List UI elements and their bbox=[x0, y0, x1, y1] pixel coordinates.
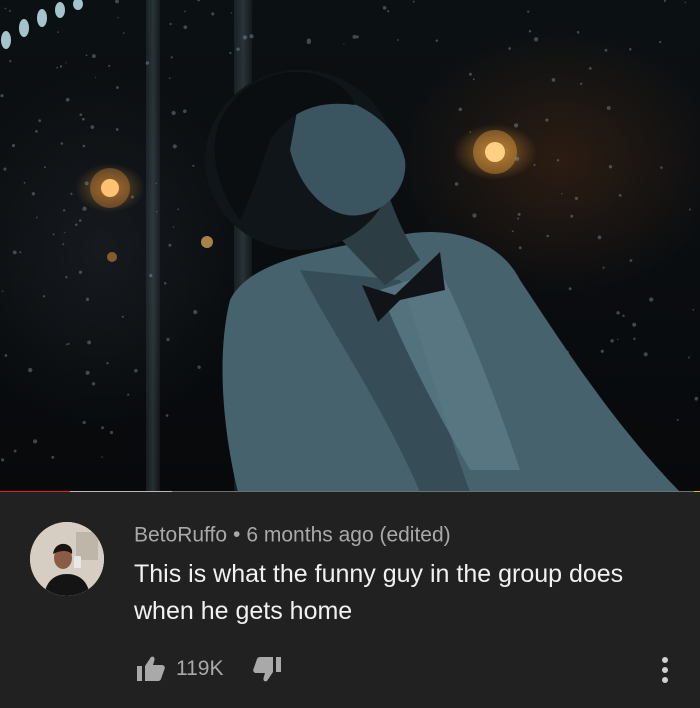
like-count: 119K bbox=[176, 657, 224, 680]
comment-text: This is what the funny guy in the group … bbox=[134, 560, 624, 625]
thumbs-down-icon bbox=[252, 657, 281, 682]
dislike-button[interactable] bbox=[250, 652, 284, 686]
progress-end-marker bbox=[694, 491, 700, 492]
progress-played bbox=[0, 491, 70, 492]
avatar-image bbox=[30, 522, 104, 596]
thumbs-up-icon bbox=[137, 656, 165, 681]
comment-actions: 119K bbox=[134, 652, 284, 686]
comment-timestamp[interactable]: 6 months ago (edited) bbox=[246, 523, 450, 546]
video-frame[interactable] bbox=[0, 0, 700, 492]
man-in-tuxedo bbox=[205, 70, 680, 492]
vertical-ellipsis-icon bbox=[662, 657, 668, 683]
meta-separator: • bbox=[233, 523, 241, 547]
more-options-button[interactable] bbox=[650, 650, 680, 690]
like-button[interactable] bbox=[134, 652, 168, 686]
comment-meta: BetoRuffo • 6 months ago (edited) bbox=[134, 523, 451, 551]
avatar[interactable] bbox=[30, 522, 104, 596]
comment-author[interactable]: BetoRuffo bbox=[134, 523, 227, 546]
video-progress-bar[interactable] bbox=[0, 491, 700, 492]
